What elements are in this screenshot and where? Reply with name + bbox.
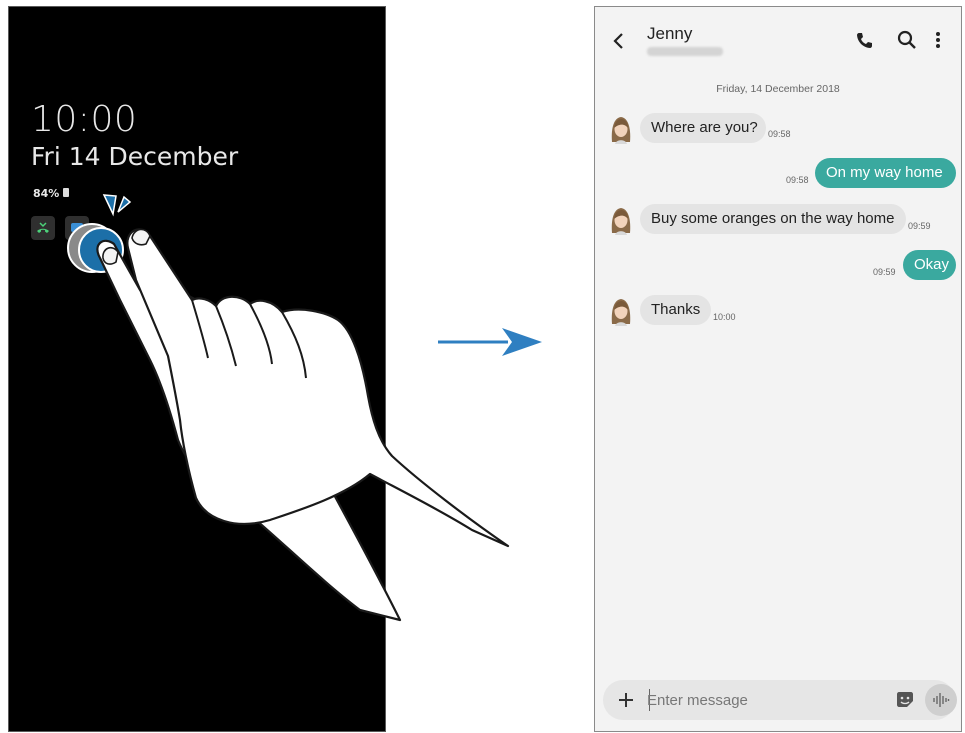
date-separator: Friday, 14 December 2018 — [716, 83, 840, 95]
conversation-screen: Jenny Friday, 14 December 2018 Where are… — [594, 6, 962, 732]
outgoing-message-bubble[interactable]: On my way home — [815, 158, 956, 188]
message-timestamp: 09:59 — [908, 221, 931, 231]
back-icon[interactable] — [609, 29, 629, 53]
transition-arrow-icon — [438, 328, 542, 356]
more-options-icon[interactable] — [934, 30, 942, 50]
phone-icon[interactable] — [855, 31, 873, 49]
voice-record-button[interactable] — [925, 684, 957, 716]
message-timestamp: 09:58 — [786, 175, 809, 185]
message-composer — [603, 680, 957, 720]
message-timestamp: 09:59 — [873, 267, 896, 277]
incoming-message-bubble[interactable]: Thanks — [640, 295, 711, 325]
plus-icon[interactable] — [617, 691, 635, 709]
message-timestamp: 09:58 — [768, 129, 791, 139]
contact-avatar[interactable] — [609, 114, 633, 144]
incoming-message-bubble[interactable]: Where are you? — [640, 113, 766, 143]
message-timestamp: 10:00 — [713, 312, 736, 322]
sticker-icon[interactable] — [896, 692, 914, 708]
contact-name[interactable]: Jenny — [647, 24, 692, 44]
contact-avatar[interactable] — [609, 296, 633, 326]
contact-avatar[interactable] — [609, 205, 633, 235]
search-icon[interactable] — [897, 30, 917, 50]
outgoing-message-bubble[interactable]: Okay — [903, 250, 956, 280]
incoming-message-bubble[interactable]: Buy some oranges on the way home — [640, 204, 906, 234]
message-input[interactable] — [647, 688, 877, 712]
voice-icon — [933, 693, 950, 707]
contact-number-blurred — [647, 47, 723, 56]
conversation-header: Jenny — [595, 7, 961, 71]
